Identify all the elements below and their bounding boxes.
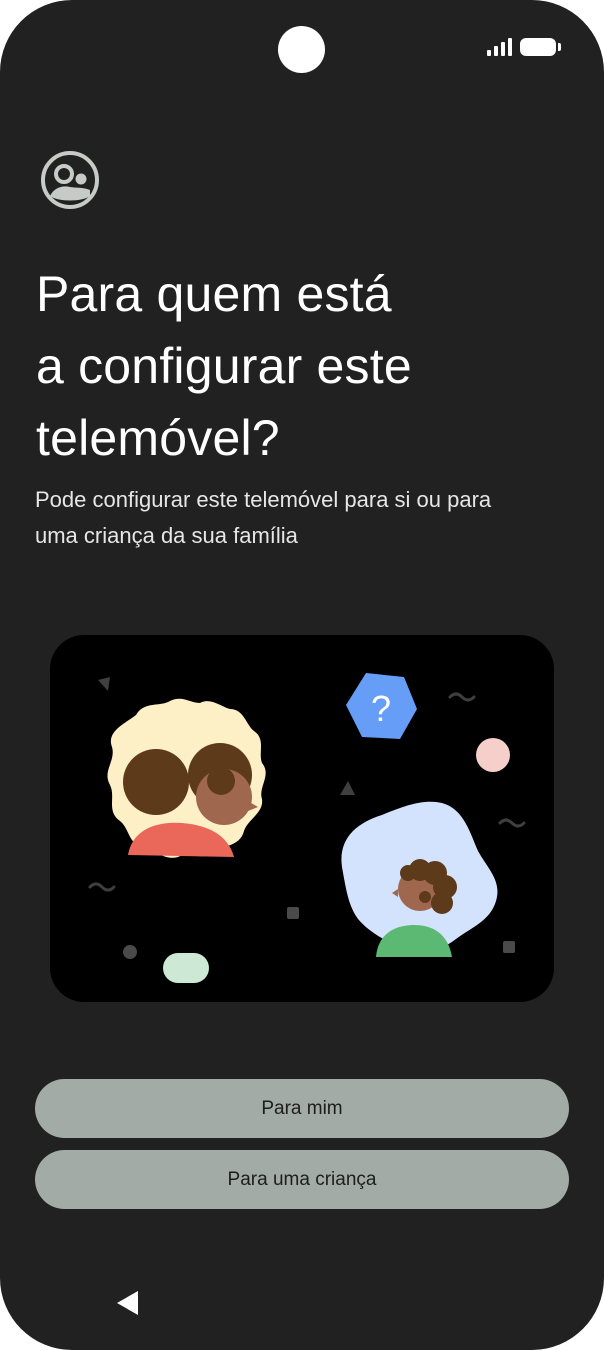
signal-icon — [487, 38, 512, 56]
question-badge: ? — [346, 673, 417, 739]
confetti-square-2 — [503, 941, 515, 953]
title-line-2: a configurar este — [36, 338, 412, 394]
confetti-square-1 — [287, 907, 299, 919]
child-portrait — [341, 801, 498, 957]
confetti-squiggle-2 — [498, 818, 526, 828]
title-line-1: Para quem está — [36, 266, 392, 322]
illustration-art: ? — [88, 673, 526, 983]
adult-portrait — [107, 698, 266, 858]
confetti-triangle-1 — [98, 677, 110, 691]
family-users-icon — [41, 151, 99, 209]
status-bar-icons — [487, 38, 561, 56]
front-camera — [278, 26, 325, 73]
back-triangle-icon[interactable] — [114, 1289, 140, 1317]
subtitle-line-2: uma criança da sua família — [35, 523, 298, 548]
confetti-triangle-2 — [340, 781, 355, 795]
for-child-button[interactable]: Para uma criança — [35, 1150, 569, 1209]
confetti-squiggle-1 — [448, 692, 476, 702]
title-line-3: telemóvel? — [36, 410, 280, 466]
for-me-button[interactable]: Para mim — [35, 1079, 569, 1138]
confetti-squiggle-3 — [88, 882, 116, 892]
page-subtitle: Pode configurar este telemóvel para si o… — [35, 482, 565, 554]
phone-screen: Para quem está a configurar este telemóv… — [0, 0, 604, 1350]
confetti-dot — [123, 945, 137, 959]
green-pill — [163, 953, 209, 983]
question-badge-label: ? — [371, 688, 391, 729]
pink-circle — [476, 738, 510, 772]
page-title: Para quem está a configurar este telemóv… — [36, 258, 556, 474]
family-illustration: ? — [50, 635, 554, 1002]
battery-icon — [520, 38, 561, 56]
subtitle-line-1: Pode configurar este telemóvel para si o… — [35, 487, 492, 512]
